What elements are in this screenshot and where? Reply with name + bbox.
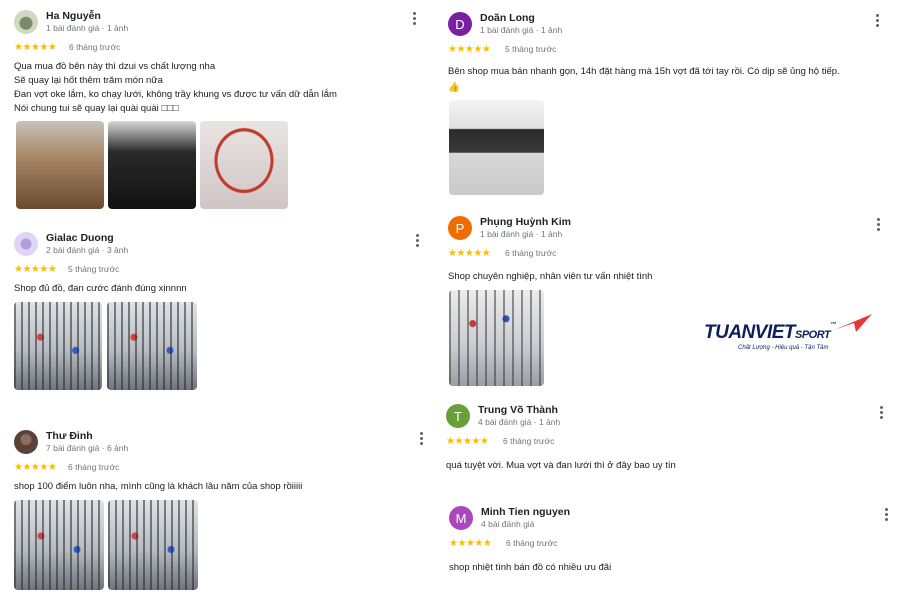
more-vert-icon[interactable] <box>873 218 883 232</box>
logo-sport: SPORT <box>795 329 831 341</box>
review-photo[interactable] <box>107 302 197 390</box>
review-photo[interactable] <box>14 500 104 590</box>
star-rating: ★★★★★ <box>448 248 491 259</box>
reviewer-name[interactable]: Minh Tien nguyen <box>481 506 570 518</box>
review-card: Thư Đinh 7 bài đánh giá · 6 ảnh ★★★★★ 6 … <box>14 430 426 595</box>
review-time: 6 tháng trước <box>503 436 555 446</box>
thumbs-up-icon: 👍 <box>448 82 460 93</box>
review-text-line: Bên shop mua bán nhanh gọn, 14h đặt hàng… <box>448 66 840 77</box>
review-time: 6 tháng trước <box>69 42 121 52</box>
reviewer-name[interactable]: Phụng Huỳnh Kim <box>480 216 571 228</box>
review-text-line: Đan vợt oke lắm, ko chạy lưới, không trầ… <box>14 89 337 100</box>
reviewer-meta: 7 bài đánh giá · 6 ảnh <box>46 443 129 453</box>
avatar[interactable]: M <box>449 506 473 530</box>
logo-swoosh-icon <box>834 314 872 332</box>
review-card: Ha Nguyễn 1 bài đánh giá · 1 ảnh ★★★★★ 6… <box>14 10 424 215</box>
reviewer-name[interactable]: Gialac Duong <box>46 232 114 244</box>
avatar[interactable] <box>14 430 38 454</box>
review-time: 6 tháng trước <box>505 248 557 258</box>
star-rating: ★★★★★ <box>449 538 492 549</box>
reviewer-meta: 4 bài đánh giá · 1 ảnh <box>478 417 561 427</box>
review-text-line: Shop đủ đồ, đan cước đánh đúng xịnnnn <box>14 283 187 294</box>
logo-tm: ™ <box>830 322 836 328</box>
more-vert-icon[interactable] <box>881 508 891 522</box>
reviewer-meta: 1 bài đánh giá · 1 ảnh <box>480 229 563 239</box>
review-time: 6 tháng trước <box>506 538 558 548</box>
avatar[interactable]: D <box>448 12 472 36</box>
review-text-line: Sẽ quay lại hốt thêm trăm món nữa <box>14 75 163 86</box>
star-rating: ★★★★★ <box>14 264 57 275</box>
reviewer-name[interactable]: Thư Đinh <box>46 430 93 442</box>
tuanviet-sport-logo: TUANVIETSPORT™ Chất Lượng - Hiệu quả - T… <box>704 312 876 358</box>
star-rating: ★★★★★ <box>14 462 57 473</box>
star-rating: ★★★★★ <box>446 436 489 447</box>
reviewer-meta: 2 bài đánh giá · 3 ảnh <box>46 245 129 255</box>
more-vert-icon[interactable] <box>412 234 422 248</box>
review-card: T Trung Võ Thành 4 bài đánh giá · 1 ảnh … <box>446 404 888 474</box>
star-rating: ★★★★★ <box>448 44 491 55</box>
review-photo[interactable] <box>108 500 198 590</box>
logo-brand: TUANVIET <box>704 322 796 343</box>
reviewer-meta: 1 bài đánh giá · 1 ảnh <box>46 23 129 33</box>
review-card: D Doãn Long 1 bài đánh giá · 1 ảnh ★★★★★… <box>448 12 888 202</box>
review-card: P Phụng Huỳnh Kim 1 bài đánh giá · 1 ảnh… <box>448 216 888 391</box>
avatar[interactable] <box>14 10 38 34</box>
review-photo[interactable] <box>449 100 544 195</box>
review-photo[interactable] <box>16 121 104 209</box>
more-vert-icon[interactable] <box>876 406 886 420</box>
review-card: Gialac Duong 2 bài đánh giá · 3 ảnh ★★★★… <box>14 232 424 392</box>
review-text-line: Shop chuyên nghiệp, nhân viên tư vấn nhi… <box>448 271 653 282</box>
avatar[interactable] <box>14 232 38 256</box>
reviewer-name[interactable]: Ha Nguyễn <box>46 10 101 22</box>
review-time: 5 tháng trước <box>505 44 557 54</box>
review-photo[interactable] <box>108 121 196 209</box>
reviewer-meta: 4 bài đánh giá <box>481 519 535 529</box>
reviewer-meta: 1 bài đánh giá · 1 ảnh <box>480 25 563 35</box>
more-vert-icon[interactable] <box>409 12 419 26</box>
review-text-line: shop nhiệt tình bán đồ có nhiều ưu đãi <box>449 562 612 573</box>
logo-tagline: Chất Lượng - Hiệu quả - Tận Tâm <box>738 345 829 351</box>
review-time: 5 tháng trước <box>68 264 120 274</box>
review-photo[interactable] <box>200 121 288 209</box>
review-text-line: shop 100 điểm luôn nha, mình cũng là khá… <box>14 481 303 492</box>
review-text-line: Qua mua đồ bên này thì dzui vs chất lượn… <box>14 61 216 72</box>
avatar[interactable]: P <box>448 216 472 240</box>
reviewer-name[interactable]: Doãn Long <box>480 12 535 24</box>
review-photo[interactable] <box>14 302 102 390</box>
more-vert-icon[interactable] <box>872 14 882 28</box>
review-time: 6 tháng trước <box>68 462 120 472</box>
review-photo[interactable] <box>449 290 544 386</box>
review-text-line: Nói chung tui sẽ quay lại quài quài □□□ <box>14 103 179 114</box>
review-card: M Minh Tien nguyen 4 bài đánh giá ★★★★★ … <box>449 506 889 581</box>
star-rating: ★★★★★ <box>14 42 57 53</box>
reviewer-name[interactable]: Trung Võ Thành <box>478 404 558 416</box>
avatar[interactable]: T <box>446 404 470 428</box>
more-vert-icon[interactable] <box>416 432 426 446</box>
review-text-line: quá tuyệt vời. Mua vợt và đan lưới thì ở… <box>446 460 676 471</box>
